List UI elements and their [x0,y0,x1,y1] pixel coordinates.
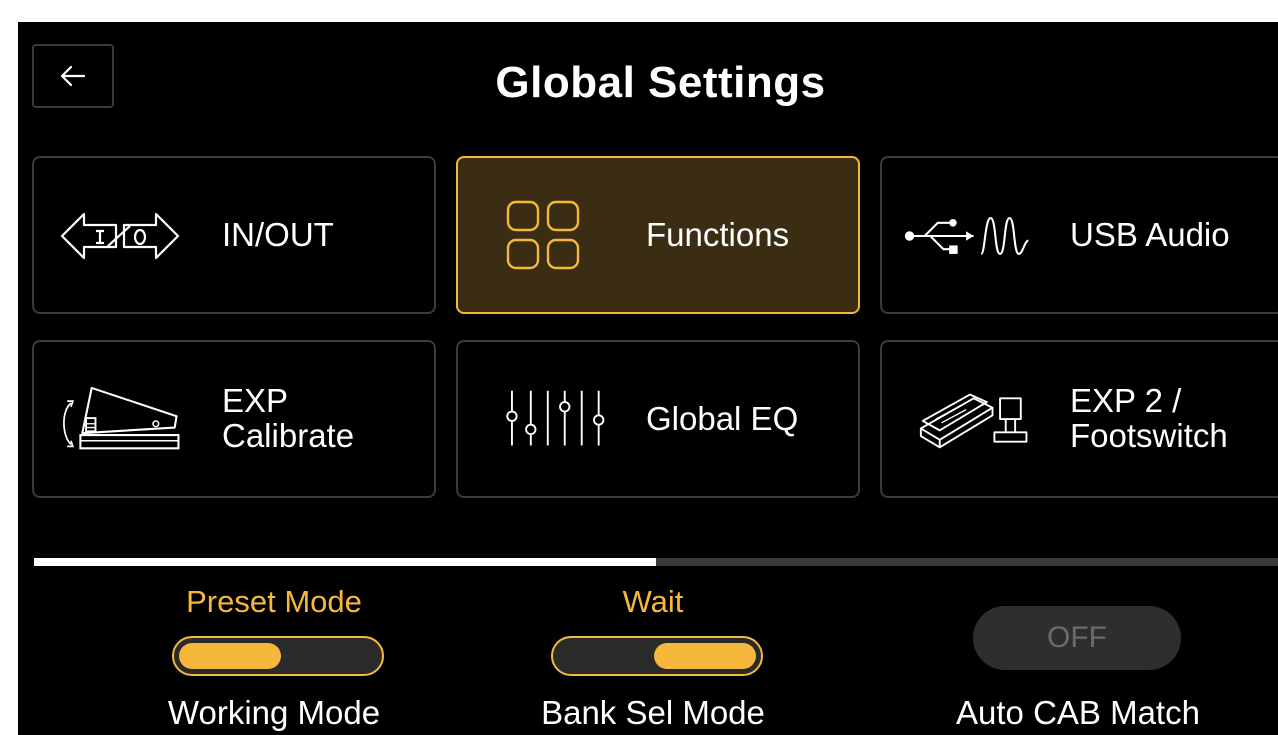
tile-functions[interactable]: Functions [456,156,860,314]
global-settings-screen: Global Settings IN/OUT Functions USB Aud… [18,22,1278,735]
bank-sel-mode-label: Bank Sel Mode [541,694,765,731]
auto-cab-match-toggle[interactable]: OFF [973,606,1181,670]
working-mode-toggle[interactable] [172,636,384,676]
tile-label: Global EQ [646,399,799,437]
eq-sliders-icon [478,378,610,462]
tile-label: EXP 2 / Footswitch [1070,382,1228,454]
auto-cab-match-label: Auto CAB Match [956,694,1200,731]
tile-global-eq[interactable]: Global EQ [456,340,860,498]
bank-sel-mode-toggle[interactable] [551,636,763,676]
expression-pedal-icon [54,378,186,462]
tile-label: Functions [646,215,790,253]
toggle-knob [654,643,756,669]
tile-label: USB Audio [1070,215,1230,253]
tile-usb-audio[interactable]: USB Audio [880,156,1278,314]
tile-exp2-footswitch[interactable]: EXP 2 / Footswitch [880,340,1278,498]
setting-auto-cab-match: OFF Auto CAB Match [898,582,1258,735]
working-mode-value: Preset Mode [186,584,362,619]
tile-label: EXP Calibrate [222,382,355,454]
page-indicator [34,558,1278,566]
setting-bank-sel-mode: Wait Bank Sel Mode [473,582,833,735]
tile-exp-calibrate[interactable]: EXP Calibrate [32,340,436,498]
io-arrows-icon [54,194,186,278]
pedal-footswitch-icon [902,378,1034,462]
usb-waveform-icon [902,194,1034,278]
tile-label: IN/OUT [222,215,334,253]
setting-working-mode: Preset Mode Working Mode [94,582,454,735]
four-squares-icon [478,194,610,278]
bank-sel-mode-value: Wait [622,584,684,619]
working-mode-label: Working Mode [167,694,381,731]
page-title: Global Settings [495,58,826,107]
tile-in-out[interactable]: IN/OUT [32,156,436,314]
page-indicator-fill [34,558,656,566]
toggle-knob [179,643,281,669]
